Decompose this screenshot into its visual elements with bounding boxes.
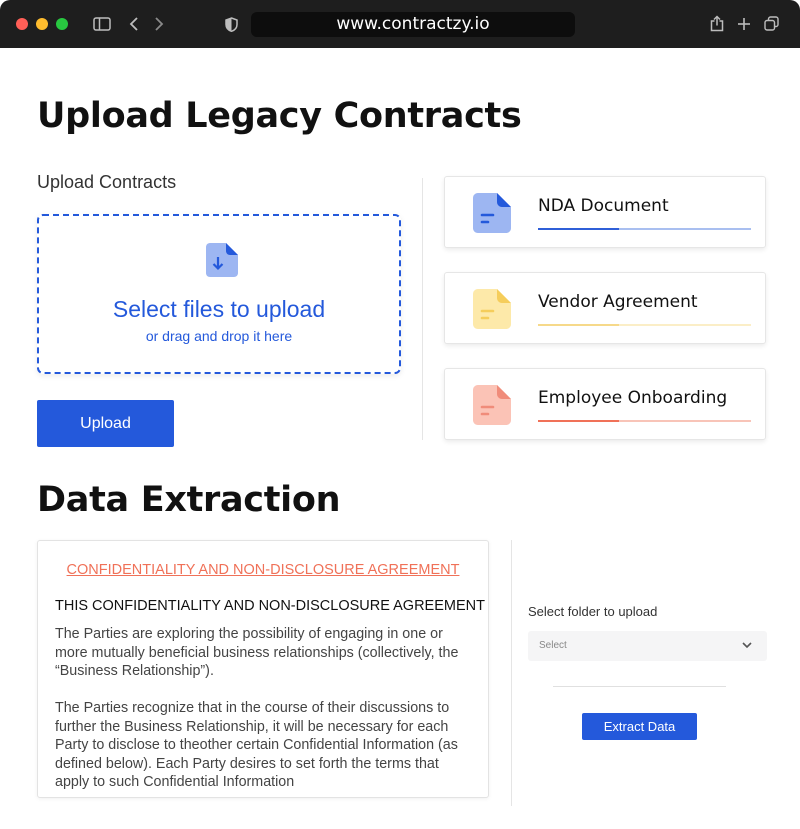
contract-title: CONFIDENTIALITY AND NON-DISCLOSURE AGREE… <box>66 562 460 578</box>
dropzone-subtitle: or drag and drop it here <box>145 328 293 344</box>
document-name: Vendor Agreement <box>538 292 698 312</box>
contract-paragraph: The Parties are exploring the possibilit… <box>55 626 459 679</box>
address-bar[interactable]: www.contractzy.io <box>251 12 575 37</box>
document-card[interactable]: NDA Document <box>444 176 766 248</box>
data-extraction-title: Data Extraction <box>37 480 341 520</box>
document-name: NDA Document <box>538 196 669 216</box>
minimize-window-button[interactable] <box>36 18 48 30</box>
upload-progress-bar <box>538 324 751 326</box>
upload-progress-fill <box>538 228 619 230</box>
document-name: Employee Onboarding <box>538 388 728 408</box>
upload-progress-bar <box>538 420 751 422</box>
folder-select[interactable]: Select <box>528 631 767 661</box>
folder-select-value: Select <box>539 640 567 651</box>
dropzone-title[interactable]: Select files to upload <box>39 296 399 323</box>
back-icon[interactable] <box>127 13 141 35</box>
shield-icon[interactable] <box>223 13 239 35</box>
document-card[interactable]: Vendor Agreement <box>444 272 766 344</box>
tab-overview-icon[interactable] <box>762 13 780 35</box>
upload-contracts-label: Upload Contracts <box>37 172 177 192</box>
upload-button[interactable]: Upload <box>37 400 174 447</box>
document-icon <box>471 383 513 427</box>
contract-heading: THIS CONFIDENTIALITY AND NON-DISCLOSURE … <box>55 598 485 614</box>
document-card[interactable]: Employee Onboarding <box>444 368 766 440</box>
new-tab-icon[interactable] <box>735 13 753 35</box>
sidebar-toggle-icon[interactable] <box>92 13 112 35</box>
section-divider <box>422 178 423 440</box>
page-title: Upload Legacy Contracts <box>37 96 522 136</box>
file-dropzone[interactable]: Select files to upload or drag and drop … <box>37 214 401 374</box>
upload-progress-bar <box>538 228 751 230</box>
forward-icon[interactable] <box>152 13 166 35</box>
document-icon <box>471 191 513 235</box>
folder-label: Select folder to upload <box>528 604 658 619</box>
upload-progress-fill <box>538 420 619 422</box>
divider <box>553 686 726 687</box>
contract-paragraph: The Parties recognize that in the course… <box>55 700 458 790</box>
section-divider <box>511 540 512 806</box>
upload-progress-fill <box>538 324 619 326</box>
contract-preview: CONFIDENTIALITY AND NON-DISCLOSURE AGREE… <box>37 540 489 798</box>
chevron-down-icon <box>742 642 752 649</box>
share-icon[interactable] <box>708 13 726 35</box>
maximize-window-button[interactable] <box>56 18 68 30</box>
file-download-icon <box>204 241 240 279</box>
extract-data-button[interactable]: Extract Data <box>582 713 697 740</box>
document-icon <box>471 287 513 331</box>
close-window-button[interactable] <box>16 18 28 30</box>
browser-toolbar: www.contractzy.io <box>0 0 800 48</box>
